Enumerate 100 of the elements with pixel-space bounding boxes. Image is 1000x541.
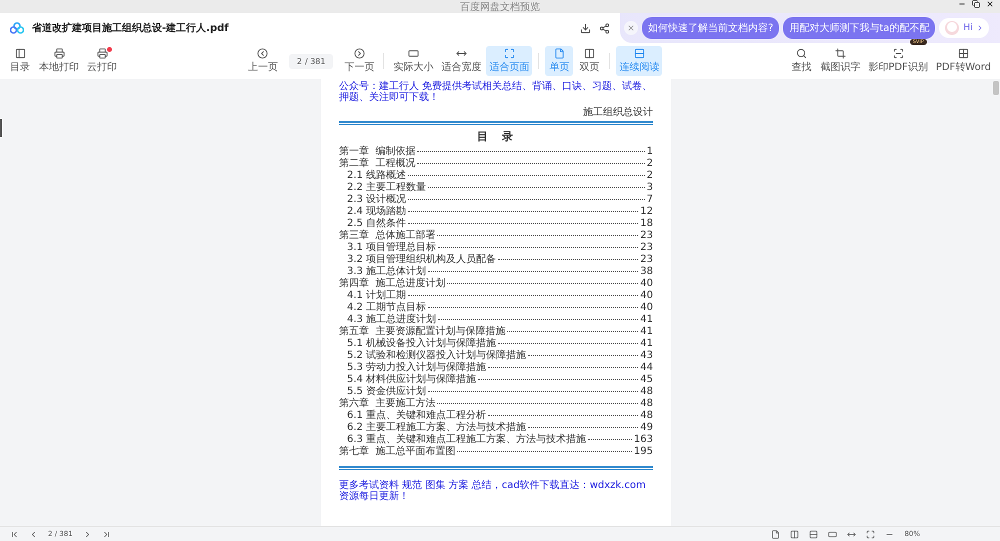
continuous-icon bbox=[634, 48, 645, 59]
toc-page-number: 3 bbox=[646, 182, 653, 194]
toc-page-number: 45 bbox=[640, 374, 653, 386]
toc-page-number: 49 bbox=[640, 422, 653, 434]
actual-icon bbox=[408, 48, 419, 59]
toc-page-number: 38 bbox=[640, 266, 653, 278]
dot-leader bbox=[588, 439, 632, 440]
toolbar-button[interactable]: 云打印 bbox=[84, 46, 120, 76]
toc-entry: 2.4 现场踏勘 bbox=[347, 206, 406, 218]
next-page-button[interactable]: 下一页 bbox=[341, 46, 378, 76]
toolbar-button[interactable]: 查找 bbox=[787, 46, 816, 76]
assistant-button[interactable]: Hi bbox=[939, 18, 989, 38]
toc-entry: 第七章 施工总平面布置图 bbox=[339, 446, 456, 458]
toc-entry: 2.2 主要工程数量 bbox=[347, 182, 426, 194]
circle-left-icon bbox=[257, 48, 268, 59]
toc-entry: 5.2 试验和检测仪器投入计划与保障措施 bbox=[347, 350, 526, 362]
toc-entry: 第五章 主要资源配置计划与保障措施 bbox=[339, 326, 506, 338]
toc-page-number: 41 bbox=[640, 338, 653, 350]
contents-icon bbox=[14, 48, 26, 59]
toc-entry: 2.5 自然条件 bbox=[347, 218, 406, 230]
close-icon[interactable] bbox=[986, 0, 994, 8]
last-page-icon[interactable] bbox=[102, 530, 111, 538]
search-icon bbox=[796, 48, 807, 59]
toc-page-number: 48 bbox=[640, 410, 653, 422]
toc-entry: 第三章 总体施工部署 bbox=[339, 230, 436, 242]
toc-entry: 6.2 主要工程施工方案、方法与技术措施 bbox=[347, 422, 526, 434]
circle-right-icon bbox=[354, 48, 365, 59]
toc-page-number: 44 bbox=[640, 362, 653, 374]
toc-page-number: 41 bbox=[640, 326, 653, 338]
scrollbar-thumb[interactable] bbox=[993, 81, 999, 95]
continuous-icon[interactable] bbox=[809, 530, 818, 538]
toc-entry: 第二章 工程概况 bbox=[339, 158, 416, 170]
double-page-icon[interactable] bbox=[790, 530, 800, 538]
toc-page-number: 23 bbox=[640, 254, 653, 266]
toc-page-number: 41 bbox=[640, 314, 653, 326]
fit-page-icon bbox=[504, 48, 515, 59]
suggestion-chip[interactable]: 用配对大师测下我与ta的配不配 bbox=[783, 17, 936, 39]
close-icon bbox=[627, 24, 635, 32]
toc-entry: 3.3 施工总体计划 bbox=[347, 266, 426, 278]
toc-page-number: 1 bbox=[646, 146, 653, 158]
fit-width-icon bbox=[456, 48, 467, 59]
toolbar-button[interactable]: PDF转Word bbox=[932, 46, 994, 76]
toc-entry: 2.1 线路概述 bbox=[347, 170, 406, 182]
toc-entry: 2.3 设计概况 bbox=[347, 194, 406, 206]
scan-icon bbox=[892, 48, 904, 59]
first-page-icon[interactable] bbox=[10, 530, 19, 538]
notice-text: 公众号：建工行人 免费提供考试相关总结、背诵、口诀、习题、试卷、押题、关注即可下载！ bbox=[339, 81, 653, 103]
toc-page-number: 18 bbox=[640, 218, 653, 230]
single-icon bbox=[554, 48, 565, 59]
toc-page-number: 195 bbox=[634, 446, 653, 458]
toc-page-number: 23 bbox=[640, 230, 653, 242]
toc-entry: 第六章 主要施工方法 bbox=[339, 398, 436, 410]
toc-entry: 5.3 劳动力投入计划与保障措施 bbox=[347, 362, 486, 374]
toc-page-number: 43 bbox=[640, 350, 653, 362]
toc-entry: 4.3 施工总进度计划 bbox=[347, 314, 436, 326]
view-mode-button[interactable]: 实际大小 bbox=[390, 46, 436, 76]
cloud-logo-icon bbox=[10, 22, 24, 34]
toc-entry: 第一章 编制依据 bbox=[339, 146, 416, 158]
fit-page-icon[interactable] bbox=[866, 530, 876, 538]
fit-width-icon[interactable] bbox=[847, 530, 856, 538]
toolbar-button[interactable]: 截图识字 bbox=[817, 46, 864, 76]
avatar-icon bbox=[944, 20, 960, 36]
previous-page-button[interactable]: 上一页 bbox=[244, 46, 281, 76]
suggestion-chip[interactable]: 如何快速了解当前文档内容? bbox=[642, 17, 780, 39]
download-icon[interactable] bbox=[580, 22, 591, 34]
toolbar-button[interactable]: 本地打印 bbox=[36, 46, 82, 76]
toc-page-number: 40 bbox=[640, 278, 653, 290]
share-icon[interactable] bbox=[599, 22, 610, 34]
toc-page-number: 12 bbox=[640, 206, 653, 218]
toc-entry: 第四章 施工总进度计划 bbox=[339, 278, 446, 290]
toc-entry: 4.2 工期节点目标 bbox=[347, 302, 426, 314]
toc-entry: 3.2 项目管理组织机构及人员配备 bbox=[347, 254, 496, 266]
cloud-print-icon bbox=[96, 48, 108, 59]
page-field[interactable]: 2 / 381 bbox=[288, 54, 334, 68]
toolbar-button[interactable]: 影印PDF识别 bbox=[865, 46, 931, 76]
toc-entry: 6.3 重点、关键和难点工程施工方案、方法与技术措施 bbox=[347, 434, 586, 446]
previous-page-icon[interactable] bbox=[29, 530, 38, 538]
toc-entry: 3.1 项目管理总目标 bbox=[347, 242, 436, 254]
crop-icon bbox=[834, 48, 846, 59]
toc-page-number: 40 bbox=[640, 290, 653, 302]
view-mode-button[interactable]: 双页 bbox=[575, 46, 604, 76]
toc-page-number: 40 bbox=[640, 302, 653, 314]
toc-page-number: 23 bbox=[640, 242, 653, 254]
actual-size-icon[interactable] bbox=[828, 530, 838, 538]
toc-page-number: 7 bbox=[646, 194, 653, 206]
double-icon bbox=[584, 48, 595, 59]
view-mode-button[interactable]: 适合宽度 bbox=[438, 46, 484, 76]
toc-entry: 5.5 资金供应计划 bbox=[347, 386, 426, 398]
toc-entry: 5.4 材料供应计划与保障措施 bbox=[347, 374, 476, 386]
single-page-icon[interactable] bbox=[771, 530, 780, 538]
file-name: 省道改扩建项目施工组织总设-建工行人.pdf bbox=[32, 21, 230, 35]
restore-icon[interactable] bbox=[972, 0, 980, 8]
toc-page-number: 163 bbox=[634, 434, 653, 446]
toc-entry: 4.1 计划工期 bbox=[347, 290, 406, 302]
window-title: 百度网盘文档预览 bbox=[460, 0, 540, 14]
print-icon bbox=[54, 48, 64, 59]
toolbar-button[interactable]: 目录 bbox=[6, 46, 34, 76]
toc-page-number: 2 bbox=[646, 158, 653, 170]
toc-page-number: 2 bbox=[646, 170, 653, 182]
toc-entry: 5.1 机械设备投入计划与保障措施 bbox=[347, 338, 496, 350]
